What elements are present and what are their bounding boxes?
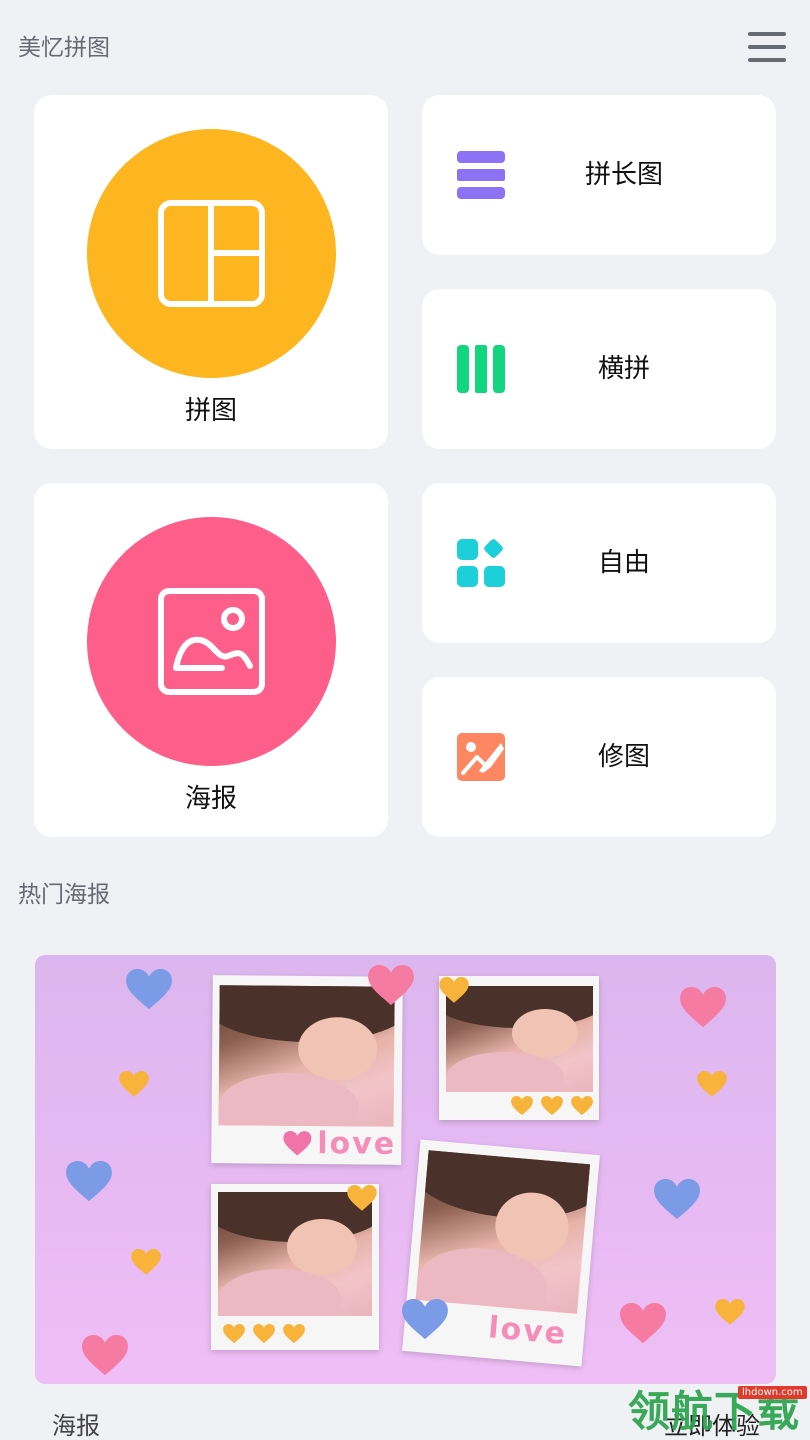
heart-icon	[223, 1324, 245, 1344]
heart-icon	[439, 977, 469, 1003]
collage-card[interactable]: 拼图	[34, 95, 388, 449]
heart-icon	[511, 1096, 533, 1116]
app-title: 美忆拼图	[18, 35, 110, 61]
heart-icon	[347, 1185, 377, 1211]
hamburger-menu-icon[interactable]	[744, 29, 788, 65]
heart-icon	[82, 1335, 128, 1376]
stacked-rows-icon	[457, 151, 505, 199]
love-sticker-text: love	[317, 1126, 397, 1162]
love-sticker-text: love	[486, 1310, 569, 1352]
free-label: 自由	[597, 548, 650, 578]
hot-poster-banner[interactable]: love love	[35, 955, 776, 1384]
portrait-photo	[415, 1150, 591, 1314]
heart-icon	[66, 1161, 112, 1202]
layout-grid-icon	[158, 200, 265, 307]
heart-icon	[253, 1324, 275, 1344]
heart-icon	[131, 1249, 161, 1275]
heart-icon	[126, 969, 172, 1010]
menu-line	[748, 32, 786, 36]
menu-line	[748, 58, 786, 62]
edit-card[interactable]: 修图	[422, 677, 776, 837]
poster-label: 海报	[184, 784, 237, 814]
hot-posters-title: 热门海报	[18, 882, 110, 908]
edit-label: 修图	[597, 742, 650, 772]
horizontal-stitch-card[interactable]: 横拼	[422, 289, 776, 449]
watermark: 领航下载 lhdown.com	[628, 1384, 810, 1440]
heart-icon	[283, 1324, 305, 1344]
poster-card[interactable]: 海报	[34, 483, 388, 837]
shapes-icon	[457, 539, 505, 587]
heart-icon	[654, 1179, 700, 1220]
long-stitch-card[interactable]: 拼长图	[422, 95, 776, 255]
heart-icon	[119, 1071, 149, 1097]
image-icon	[158, 588, 265, 695]
poster-circle	[87, 517, 336, 766]
heart-icon	[368, 965, 414, 1006]
app-screen: 美忆拼图 拼图 海报 拼长图 横拼 自由 修图 热门海报 love love 海…	[0, 0, 810, 1440]
heart-icon	[715, 1299, 745, 1325]
free-card[interactable]: 自由	[422, 483, 776, 643]
watermark-url: lhdown.com	[738, 1386, 807, 1399]
photo-edit-icon	[457, 733, 505, 781]
heart-icon	[680, 987, 726, 1028]
heart-icon	[697, 1071, 727, 1097]
collage-label: 拼图	[184, 396, 237, 426]
heart-icon	[620, 1303, 666, 1344]
columns-icon	[457, 345, 505, 393]
heart-icon	[541, 1096, 563, 1116]
heart-icon	[402, 1299, 448, 1340]
horizontal-stitch-label: 横拼	[597, 354, 650, 384]
heart-icon	[571, 1096, 593, 1116]
menu-line	[748, 45, 786, 49]
long-stitch-label: 拼长图	[584, 160, 663, 190]
collage-circle	[87, 129, 336, 378]
heart-icon	[283, 1131, 312, 1156]
poster-item-label: 海报	[52, 1412, 100, 1440]
